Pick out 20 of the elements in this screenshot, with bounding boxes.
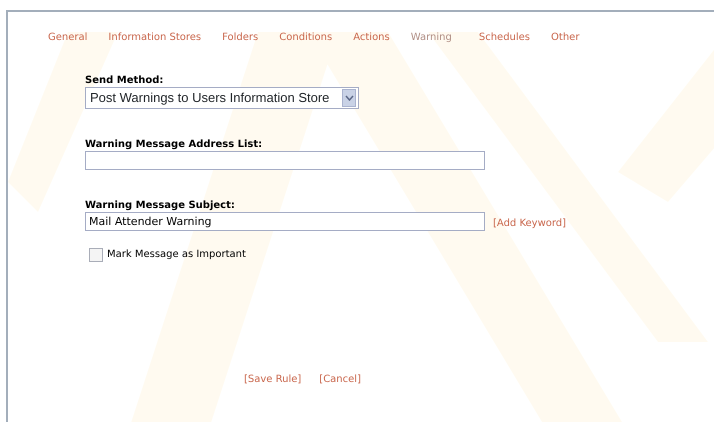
save-rule-link[interactable]: [Save Rule]: [244, 372, 302, 387]
add-keyword-link[interactable]: [Add Keyword]: [493, 216, 566, 231]
tab[interactable]: Schedules: [478, 30, 530, 45]
dropdown-icon: [342, 89, 356, 107]
field-label: Send Method:: [85, 75, 164, 87]
checkbox-label: Mark Message as Important: [107, 248, 246, 262]
tab[interactable]: Warning: [410, 30, 452, 45]
send-method-select[interactable]: Post Warnings to Users Information Store: [85, 87, 359, 109]
tab[interactable]: Actions: [353, 30, 390, 45]
field-label: Warning Message Subject:: [85, 200, 236, 212]
tab[interactable]: General: [48, 30, 88, 45]
tab[interactable]: Other: [551, 30, 580, 45]
tab[interactable]: Information Stores: [108, 30, 202, 45]
tab[interactable]: Conditions: [279, 30, 332, 45]
subject-field[interactable]: Mail Attender Warning: [85, 212, 485, 231]
field-label: Warning Message Address List:: [85, 139, 264, 151]
tab[interactable]: Folders: [222, 30, 258, 45]
cancel-link[interactable]: [Cancel]: [319, 372, 361, 387]
address-list-field[interactable]: [85, 151, 485, 170]
checkbox[interactable]: [89, 248, 103, 262]
